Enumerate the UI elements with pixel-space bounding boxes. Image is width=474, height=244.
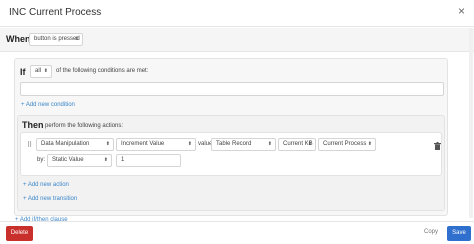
trash-icon[interactable] xyxy=(434,137,441,150)
add-condition-link[interactable]: + Add new condition xyxy=(21,102,75,108)
operation-value: Increment Value xyxy=(121,141,165,147)
action-row: ⠿ Data Manipulation ⬍ Increment Value ⬍ … xyxy=(20,132,442,176)
field-value: Current Process xyxy=(323,141,367,147)
if-suffix: of the following conditions are met: xyxy=(56,68,149,74)
then-section: Then perform the following actions: ⠿ Da… xyxy=(17,115,445,211)
modal-title: INC Current Process xyxy=(9,7,102,18)
action-type-select[interactable]: Data Manipulation ⬍ xyxy=(36,138,114,151)
modal-footer: Delete Copy Save xyxy=(0,221,474,244)
source-select[interactable]: Table Record ⬍ xyxy=(211,138,276,151)
operation-select[interactable]: Increment Value ⬍ xyxy=(116,138,196,151)
caret-updown-icon: ⬍ xyxy=(267,141,272,147)
close-icon[interactable]: × xyxy=(458,4,465,18)
trigger-select-value: button is pressed xyxy=(34,36,80,42)
by-type-select[interactable]: Static Value ⬍ xyxy=(47,154,112,167)
condition-mode-value: all xyxy=(35,68,42,74)
condition-mode-select[interactable]: all ⬍ xyxy=(30,65,52,78)
save-button[interactable]: Save xyxy=(447,226,471,241)
by-label: by: xyxy=(37,157,46,163)
source-value: Table Record xyxy=(216,141,252,147)
caret-updown-icon: ⬍ xyxy=(74,36,79,42)
scrollbar[interactable] xyxy=(469,28,473,218)
condition-input[interactable] xyxy=(20,82,444,96)
modal-header: INC Current Process × xyxy=(0,0,474,27)
field-select[interactable]: Current Process ⬍ xyxy=(318,138,376,151)
add-action-link[interactable]: + Add new action xyxy=(23,182,69,188)
caret-updown-icon: ⬍ xyxy=(307,141,312,147)
caret-updown-icon: ⬍ xyxy=(43,68,48,74)
by-value-input[interactable]: 1 xyxy=(116,154,181,167)
copy-button[interactable]: Copy xyxy=(424,229,438,235)
add-transition-link[interactable]: + Add new transition xyxy=(23,196,77,202)
by-type-value: Static Value xyxy=(52,157,84,163)
when-row: When button is pressed ⬍ xyxy=(0,28,474,52)
then-label: Then xyxy=(22,120,44,130)
table-select[interactable]: Current KB ⬍ xyxy=(278,138,316,151)
drag-handle-icon[interactable]: ⠿ xyxy=(27,141,32,149)
if-then-clause: If all ⬍ of the following conditions are… xyxy=(14,58,448,216)
rule-modal: INC Current Process × When button is pre… xyxy=(0,0,474,244)
delete-button[interactable]: Delete xyxy=(6,226,33,241)
caret-updown-icon: ⬍ xyxy=(105,141,110,147)
caret-updown-icon: ⬍ xyxy=(367,141,372,147)
caret-updown-icon: ⬍ xyxy=(187,141,192,147)
caret-updown-icon: ⬍ xyxy=(103,157,108,163)
if-label: If xyxy=(20,67,26,77)
trigger-select[interactable]: button is pressed ⬍ xyxy=(29,33,83,46)
action-type-value: Data Manipulation xyxy=(41,141,90,147)
when-label: When xyxy=(6,34,31,44)
then-suffix: perform the following actions: xyxy=(45,123,124,129)
